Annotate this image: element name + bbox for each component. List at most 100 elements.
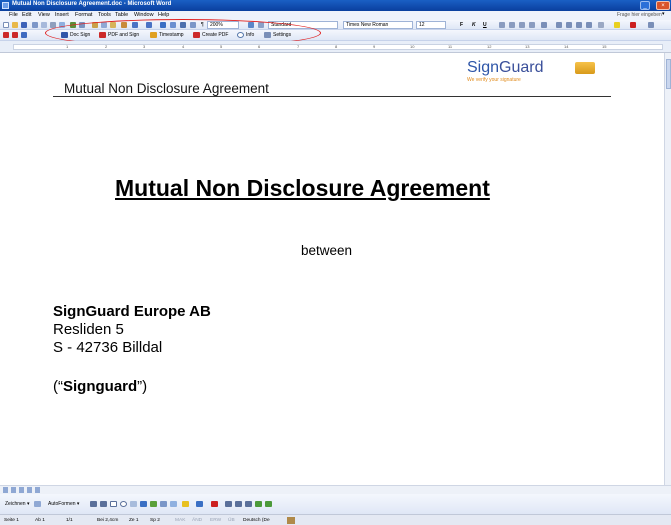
menu-view[interactable]: View bbox=[38, 12, 50, 18]
fill-color-icon[interactable] bbox=[182, 501, 189, 507]
drawing-font-color-icon[interactable] bbox=[211, 501, 218, 507]
picture-icon[interactable] bbox=[170, 501, 177, 507]
outline-view-icon[interactable] bbox=[27, 487, 32, 493]
pdf-mail-icon[interactable] bbox=[12, 32, 18, 38]
status-erw[interactable]: ERW bbox=[210, 518, 221, 523]
align-left-icon[interactable] bbox=[499, 22, 505, 28]
help-dropdown-arrow[interactable]: ▾ bbox=[662, 11, 665, 17]
menu-edit[interactable]: Edit bbox=[22, 12, 31, 18]
highlight-icon[interactable] bbox=[614, 22, 620, 28]
ruler-number: 12 bbox=[487, 44, 492, 49]
ruler-number: 5 bbox=[220, 44, 223, 49]
increase-indent-icon[interactable] bbox=[586, 22, 592, 28]
align-center-icon[interactable] bbox=[509, 22, 515, 28]
menu-file[interactable]: File bbox=[9, 12, 18, 18]
party-name: SignGuard Europe AB bbox=[53, 303, 211, 320]
line-color-icon[interactable] bbox=[196, 501, 203, 507]
draw-menu-button[interactable]: Zeichnen ▾ bbox=[5, 501, 29, 507]
line-icon[interactable] bbox=[90, 501, 97, 507]
signguard-logo: SignGuard We verify your signature bbox=[467, 59, 597, 89]
header-divider bbox=[53, 96, 611, 97]
dash-style-icon[interactable] bbox=[235, 501, 242, 507]
minimize-button[interactable]: _ bbox=[640, 1, 650, 10]
email-icon[interactable] bbox=[41, 22, 47, 28]
font-size-select[interactable]: 12 bbox=[416, 21, 446, 29]
close-button[interactable]: × bbox=[656, 1, 670, 10]
normal-view-icon[interactable] bbox=[3, 487, 8, 493]
ruler-number: 1 bbox=[66, 44, 69, 49]
spelling-status-icon[interactable] bbox=[287, 517, 295, 524]
menu-tools[interactable]: Tools bbox=[98, 12, 111, 18]
status-position: Bei 2,4cm bbox=[97, 518, 119, 523]
help-search-input[interactable]: Frage hier eingeben bbox=[617, 12, 662, 18]
align-right-icon[interactable] bbox=[519, 22, 525, 28]
ruler-number: 14 bbox=[564, 44, 569, 49]
horizontal-scrollbar[interactable] bbox=[0, 485, 671, 494]
select-objects-icon[interactable] bbox=[34, 501, 41, 507]
font-color-icon[interactable] bbox=[630, 22, 636, 28]
logo-card-icon bbox=[575, 62, 595, 74]
clipart-icon[interactable] bbox=[160, 501, 167, 507]
bullets-icon[interactable] bbox=[566, 22, 572, 28]
save-icon[interactable] bbox=[21, 22, 27, 28]
autoshapes-button[interactable]: AutoFormen ▾ bbox=[48, 501, 79, 507]
line-style-icon[interactable] bbox=[225, 501, 232, 507]
between-text: between bbox=[301, 243, 353, 258]
word-window: Mutual Non Disclosure Agreement.doc - Mi… bbox=[0, 0, 671, 525]
bold-button[interactable]: F bbox=[460, 22, 463, 28]
menu-table[interactable]: Table bbox=[115, 12, 128, 18]
menu-bar: File Edit View Insert Format Tools Table… bbox=[0, 11, 671, 20]
status-section: Ab 1 bbox=[35, 518, 45, 523]
status-mak[interactable]: MAK bbox=[175, 518, 185, 523]
oval-icon[interactable] bbox=[120, 501, 127, 507]
ruler-number: 13 bbox=[525, 44, 530, 49]
status-line: Ze 1 bbox=[129, 518, 139, 523]
party-city: S - 42736 Billdal bbox=[53, 339, 163, 356]
border-icon[interactable] bbox=[598, 22, 604, 28]
menu-window[interactable]: Window bbox=[134, 12, 154, 18]
window-title: Mutual Non Disclosure Agreement.doc - Mi… bbox=[12, 1, 172, 7]
open-folder-icon[interactable] bbox=[12, 22, 18, 28]
menu-format[interactable]: Format bbox=[75, 12, 92, 18]
permission-icon[interactable] bbox=[32, 22, 38, 28]
web-view-icon[interactable] bbox=[11, 487, 16, 493]
justify-icon[interactable] bbox=[529, 22, 535, 28]
shadow-style-icon[interactable] bbox=[255, 501, 262, 507]
numbering-icon[interactable] bbox=[556, 22, 562, 28]
status-page: Seite 1 bbox=[4, 518, 19, 523]
document-page[interactable] bbox=[0, 53, 664, 485]
print-view-icon[interactable] bbox=[19, 487, 24, 493]
wordart-icon[interactable] bbox=[140, 501, 147, 507]
new-document-icon[interactable] bbox=[3, 22, 9, 28]
word-app-icon[interactable] bbox=[2, 2, 9, 9]
arrow-style-icon[interactable] bbox=[245, 501, 252, 507]
status-ub[interactable]: ÜB bbox=[228, 518, 235, 523]
ruler-number: 15 bbox=[602, 44, 607, 49]
horizontal-ruler[interactable]: 1 2 3 4 5 6 7 8 9 10 11 12 13 14 15 bbox=[0, 41, 671, 53]
reading-view-icon[interactable] bbox=[35, 487, 40, 493]
pdf-settings-icon[interactable] bbox=[21, 32, 27, 38]
scrollbar-thumb[interactable] bbox=[666, 59, 671, 89]
ruler-number: 2 bbox=[105, 44, 108, 49]
rectangle-icon[interactable] bbox=[110, 501, 117, 507]
ruler-number: 6 bbox=[258, 44, 261, 49]
line-spacing-icon[interactable] bbox=[541, 22, 547, 28]
textbox-icon[interactable] bbox=[130, 501, 137, 507]
menu-help[interactable]: Help bbox=[158, 12, 169, 18]
ruler-number: 8 bbox=[335, 44, 338, 49]
italic-button[interactable]: K bbox=[472, 22, 476, 28]
arrow-icon[interactable] bbox=[100, 501, 107, 507]
decrease-indent-icon[interactable] bbox=[576, 22, 582, 28]
vertical-scrollbar[interactable] bbox=[664, 53, 671, 485]
font-select[interactable]: Times New Roman bbox=[343, 21, 413, 29]
status-bar: Seite 1 Ab 1 1/1 Bei 2,4cm Ze 1 Sp 2 MAK… bbox=[0, 514, 671, 525]
diagram-icon[interactable] bbox=[150, 501, 157, 507]
underline-button[interactable]: U bbox=[483, 22, 487, 28]
title-bar: Mutual Non Disclosure Agreement.doc - Mi… bbox=[0, 0, 671, 11]
menu-insert[interactable]: Insert bbox=[55, 12, 69, 18]
status-pages: 1/1 bbox=[66, 518, 73, 523]
toolbar-options-icon[interactable] bbox=[648, 22, 654, 28]
pdf-convert-icon[interactable] bbox=[3, 32, 9, 38]
status-aend[interactable]: ÄND bbox=[192, 518, 202, 523]
3d-style-icon[interactable] bbox=[265, 501, 272, 507]
